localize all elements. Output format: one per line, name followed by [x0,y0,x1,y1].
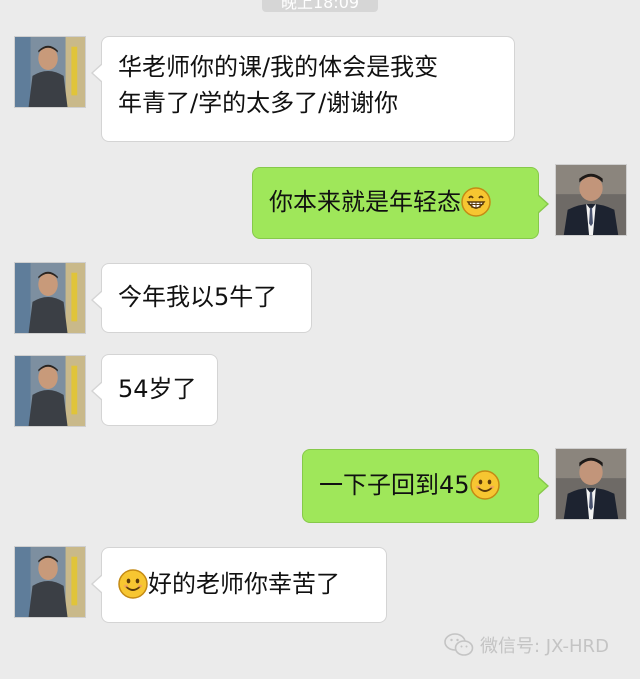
message-bubble-received[interactable]: 今年我以5牛了 [91,263,312,333]
watermark: 微信号: JX-HRD [444,632,609,658]
my-avatar[interactable] [555,164,627,236]
message-bubble-sent[interactable]: 一下子回到45 [302,449,549,523]
smile-icon [469,470,500,500]
message-bubble-received[interactable]: 好的老师你幸苦了 [91,547,387,623]
contact-avatar-image [15,356,85,426]
my-avatar-image [556,165,626,235]
contact-avatar[interactable] [14,546,86,618]
grin-icon [461,187,491,217]
message-text: 华老师你的课/我的体会是我变 [118,53,439,81]
message-bubble-sent[interactable]: 你本来就是年轻态 [252,167,549,239]
contact-avatar-image [15,547,85,617]
my-avatar-image [556,449,626,519]
timestamp-pill: 晚上18:09 [262,0,378,12]
contact-avatar-image [15,263,85,333]
contact-avatar-image [15,37,85,107]
message-text: 一下子回到45 [319,471,470,499]
wechat-icon [444,632,474,658]
smile-icon [118,569,148,599]
contact-avatar[interactable] [14,262,86,334]
message-text: 你本来就是年轻态 [269,188,461,216]
message-text: 年青了/学的太多了/谢谢你 [118,89,399,117]
message-text: 54岁了 [118,375,197,403]
contact-avatar[interactable] [14,36,86,108]
watermark-label: 微信号: JX-HRD [480,636,609,657]
message-bubble-received[interactable]: 华老师你的课/我的体会是我变 年青了/学的太多了/谢谢你 [91,36,515,142]
message-text: 好的老师你幸苦了 [148,570,340,598]
message-text: 今年我以5牛了 [118,283,278,311]
message-bubble-received[interactable]: 54岁了 [91,354,218,426]
my-avatar[interactable] [555,448,627,520]
contact-avatar[interactable] [14,355,86,427]
